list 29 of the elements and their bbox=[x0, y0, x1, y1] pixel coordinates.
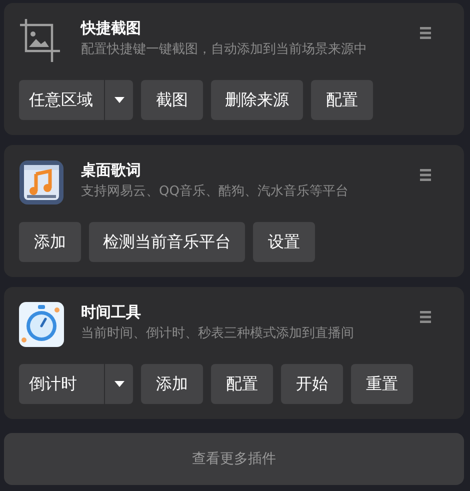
action-button[interactable]: 添加 bbox=[141, 364, 203, 404]
more-plugins-button[interactable]: 查看更多插件 bbox=[4, 433, 464, 485]
menu-icon bbox=[420, 169, 431, 181]
plugin-description: 配置快捷键一键截图，自动添加到当前场景来源中 bbox=[81, 42, 368, 58]
menu-button[interactable] bbox=[420, 169, 431, 181]
dropdown[interactable]: 倒计时 bbox=[19, 364, 133, 404]
action-button[interactable]: 设置 bbox=[253, 222, 315, 262]
action-button[interactable]: 添加 bbox=[19, 222, 81, 262]
menu-button[interactable] bbox=[420, 311, 431, 323]
music-note-icon bbox=[19, 160, 64, 205]
plugin-description: 当前时间、倒计时、秒表三种模式添加到直播间 bbox=[81, 326, 355, 342]
plugin-title: 时间工具 bbox=[81, 303, 142, 321]
menu-icon bbox=[420, 27, 431, 39]
action-button[interactable]: 删除来源 bbox=[211, 80, 303, 120]
menu-button[interactable] bbox=[420, 27, 431, 39]
caret-icon bbox=[114, 381, 124, 387]
dropdown[interactable]: 任意区域 bbox=[19, 80, 133, 120]
plugin-title: 桌面歌词 bbox=[81, 161, 142, 179]
action-button[interactable]: 检测当前音乐平台 bbox=[89, 222, 245, 262]
action-button[interactable]: 配置 bbox=[311, 80, 373, 120]
caret-icon bbox=[114, 97, 124, 103]
menu-icon bbox=[420, 311, 431, 323]
plugin-description: 支持网易云、QQ音乐、酷狗、汽水音乐等平台 bbox=[81, 184, 350, 200]
action-button[interactable]: 重置 bbox=[351, 364, 413, 404]
plugin-title: 快捷截图 bbox=[81, 19, 142, 37]
action-button[interactable]: 开始 bbox=[281, 364, 343, 404]
stopwatch-icon bbox=[19, 302, 64, 347]
action-button[interactable]: 配置 bbox=[211, 364, 273, 404]
action-button[interactable]: 截图 bbox=[141, 80, 203, 120]
